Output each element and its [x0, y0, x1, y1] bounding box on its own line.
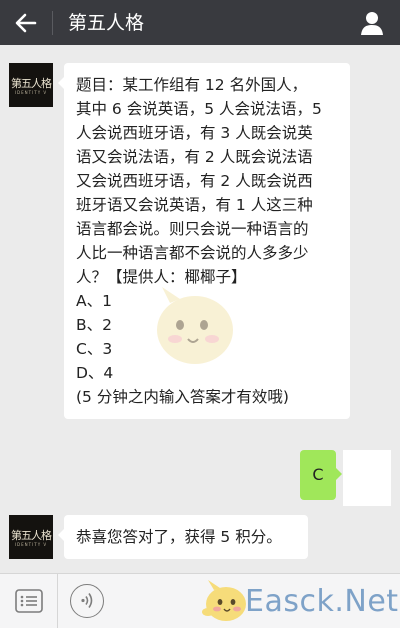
chat-title: 第五人格	[68, 12, 145, 34]
message-line: 语又会说法语，有 2 人既会说法语	[76, 148, 313, 166]
message-line: 恭喜您答对了，获得 5 积分。	[76, 528, 282, 546]
message-line: 人会说西班牙语，有 3 人既会说英	[76, 124, 313, 142]
bottom-divider	[57, 574, 58, 628]
menu-button[interactable]	[12, 586, 46, 616]
message-line: 题目：某工作组有 12 名外国人，	[76, 76, 308, 94]
message-line: 语言都会说。则只会说一种语言的	[76, 220, 309, 238]
voice-icon	[81, 593, 93, 608]
avatar-logo-text: 第五人格	[11, 529, 52, 542]
my-avatar[interactable]	[343, 450, 391, 506]
account-avatar[interactable]: 第五人格 IDENTITY V	[9, 63, 53, 107]
top-bar: 第五人格	[0, 0, 400, 45]
back-button[interactable]	[8, 6, 44, 40]
person-icon	[361, 12, 383, 35]
menu-list-icon	[15, 589, 43, 613]
avatar-logo-subtitle: IDENTITY V	[14, 542, 48, 547]
brand-mascot-icon	[202, 580, 246, 621]
profile-button[interactable]	[354, 6, 390, 40]
header-divider	[52, 11, 53, 35]
message-line: 其中 6 会说英语，5 人会说法语，5	[76, 100, 322, 118]
avatar-logo-subtitle: IDENTITY V	[14, 90, 48, 95]
account-avatar[interactable]: 第五人格 IDENTITY V	[9, 515, 53, 559]
message-bubble-reply[interactable]: 恭喜您答对了，获得 5 积分。	[58, 515, 308, 559]
message-line: (5 分钟之内输入答案才有效哦)	[76, 388, 289, 406]
my-message-bubble[interactable]: C	[300, 450, 342, 500]
message-line: 班牙语又会说英语，有 1 人这三种	[76, 196, 313, 214]
message-line: 人比一种语言都不会说的人多多少	[76, 244, 309, 262]
message-line: 又会说西班牙语，有 2 人既会说西	[76, 172, 313, 190]
avatar-logo-text: 第五人格	[11, 77, 52, 90]
arrow-left-icon	[15, 13, 37, 33]
mascot-watermark-icon	[157, 287, 233, 364]
voice-button[interactable]	[70, 584, 104, 618]
site-watermark-text: Easck.Net	[245, 584, 399, 619]
